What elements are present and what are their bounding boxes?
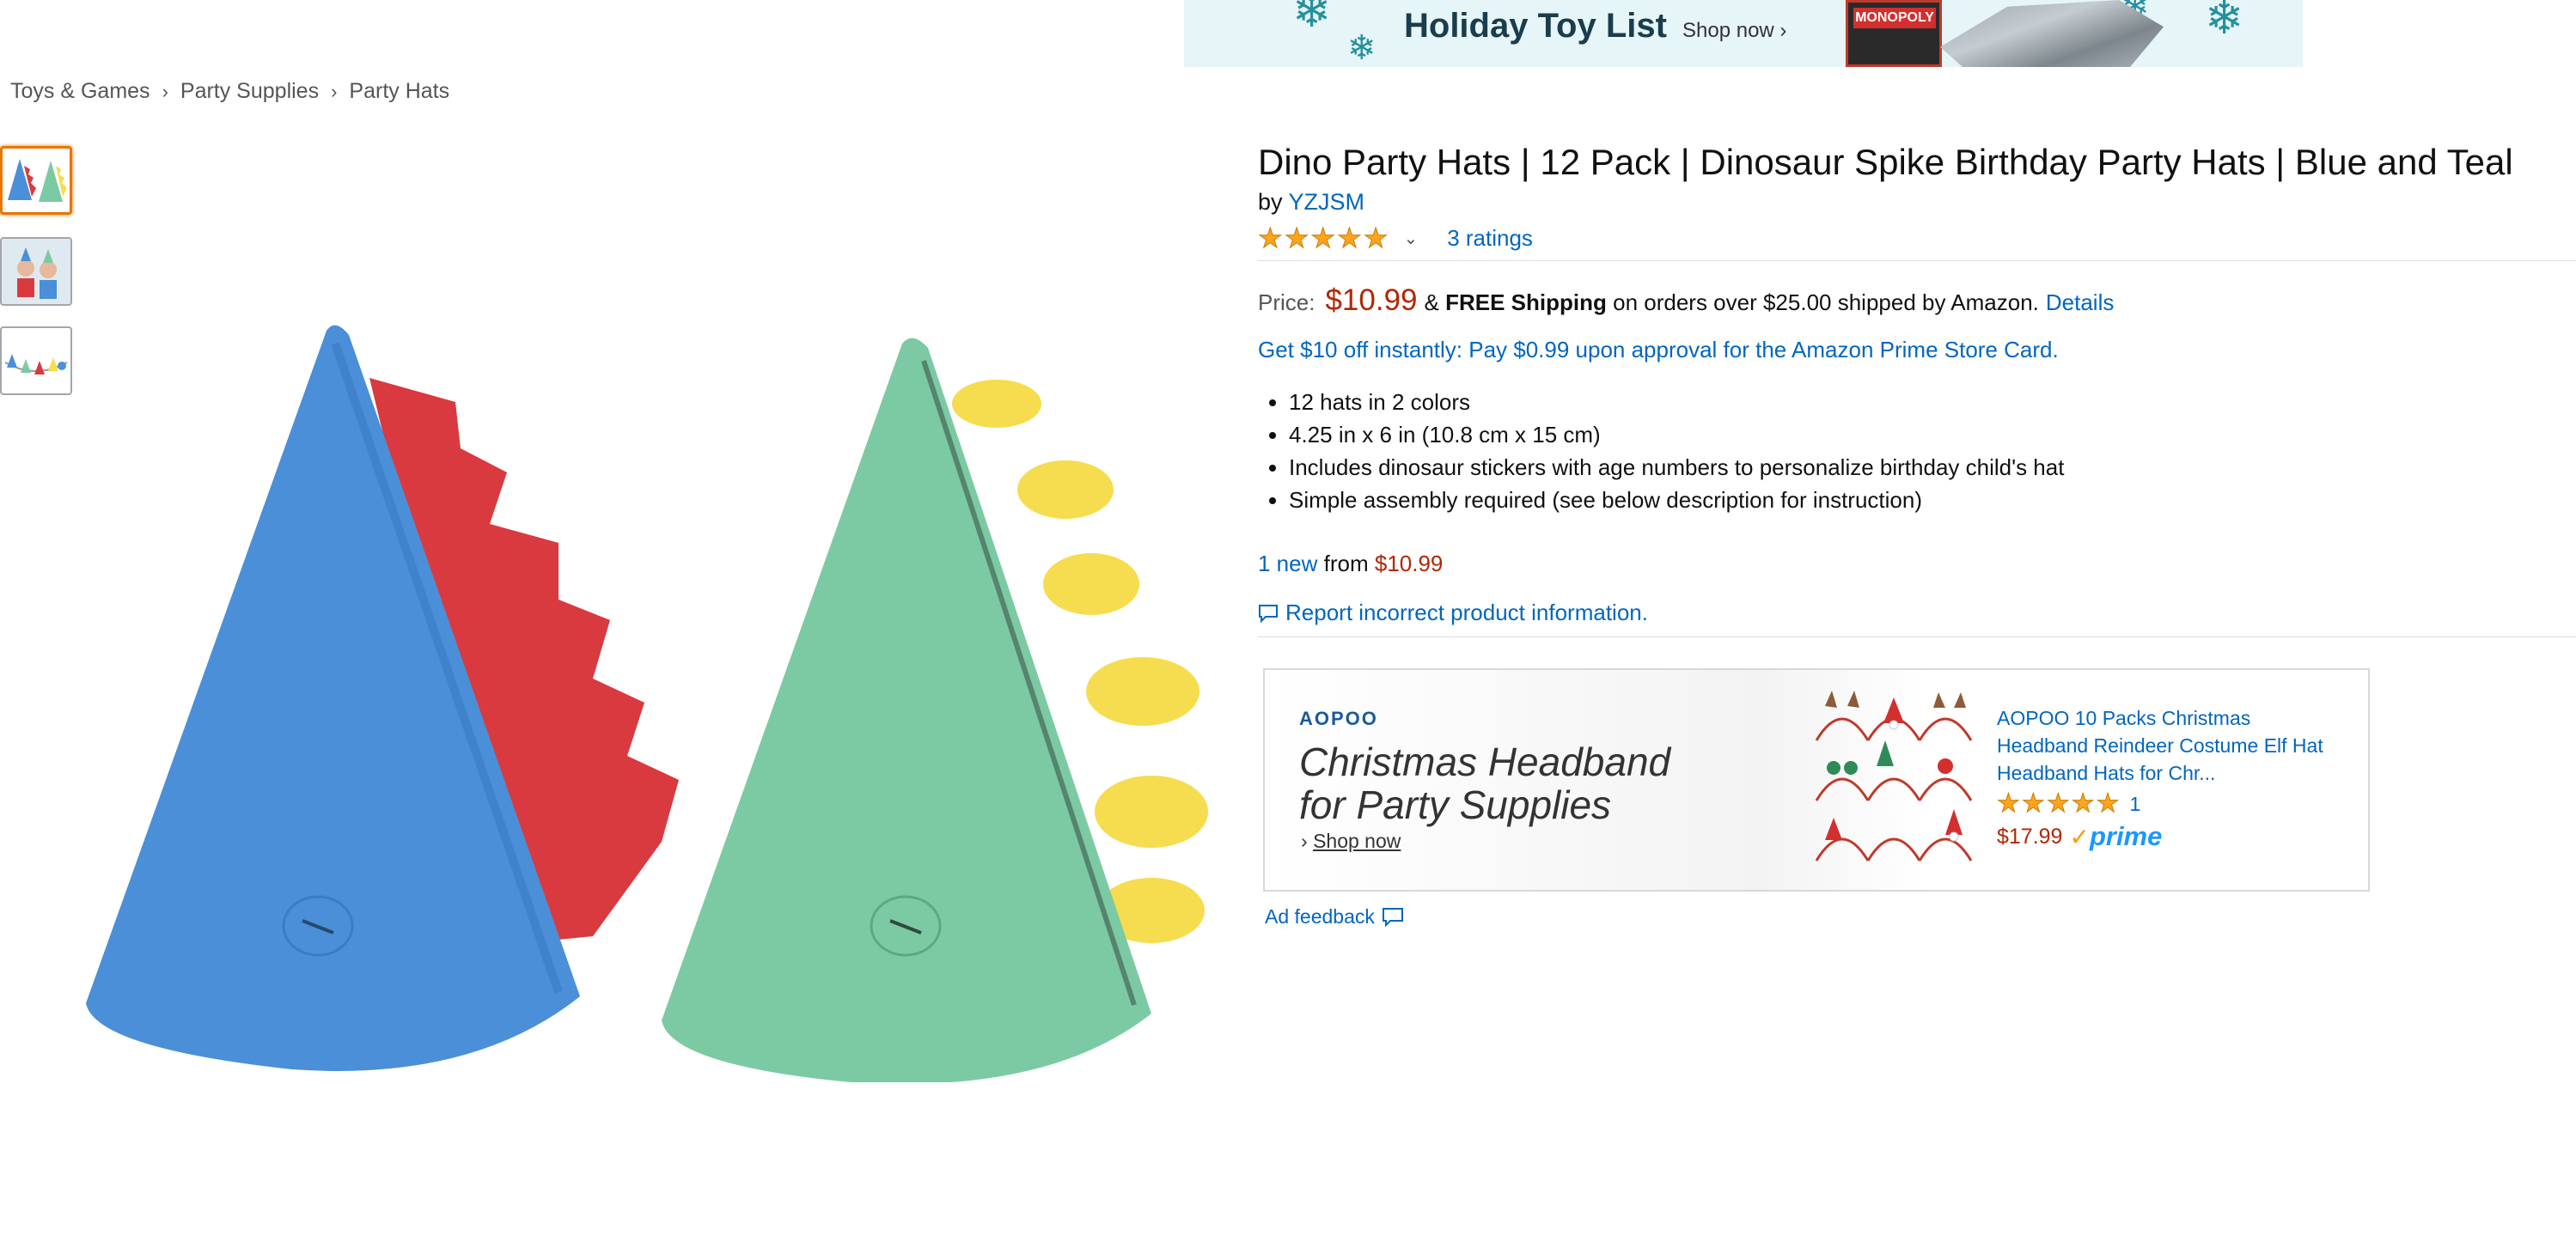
byline: by YZJSM xyxy=(1258,189,2576,216)
product-main-image[interactable] xyxy=(77,309,1212,1082)
comment-icon xyxy=(1259,604,1278,623)
prime-logo: prime xyxy=(2089,821,2163,851)
feature-bullet: Simple assembly required (see below desc… xyxy=(1289,484,2576,516)
promo-banner[interactable]: ❄ ❄ ❄ ❄ Holiday Toy List Shop now › MONO… xyxy=(1184,0,2303,67)
shipping-details-link[interactable]: Details xyxy=(2046,289,2114,316)
thumbnail-kids-image xyxy=(2,239,70,304)
thumbnail-hats-image xyxy=(8,159,67,202)
shipping-amp: & xyxy=(1424,289,1439,315)
star-icon: ★ xyxy=(2021,788,2045,819)
snowflake-icon: ❄ xyxy=(1347,28,1377,67)
game-logo: MONOPOLY xyxy=(1853,8,1936,28)
headband-product-image[interactable] xyxy=(1808,689,1980,871)
ad-feedback-label: Ad feedback xyxy=(1265,905,1375,928)
store-card-promo-link[interactable]: Get $10 off instantly: Pay $0.99 upon ap… xyxy=(1258,337,2576,363)
feature-bullets: 12 hats in 2 colors 4.25 in x 6 in (10.8… xyxy=(1258,386,2576,516)
ad-price: $17.99 xyxy=(1997,824,2063,849)
breadcrumb-toys-games[interactable]: Toys & Games xyxy=(10,79,150,104)
board-game-image: MONOPOLY xyxy=(1846,0,1942,67)
thumbnail-2[interactable] xyxy=(0,237,72,306)
starship-toy-image xyxy=(1940,0,2164,67)
divider xyxy=(1258,636,2576,637)
thumbnail-1[interactable] xyxy=(0,146,72,215)
breadcrumb-separator: › xyxy=(331,80,338,102)
price-value: $10.99 xyxy=(1325,283,1418,317)
teal-party-hat xyxy=(662,338,1151,1082)
ad-price-row: $17.99 ✓ prime xyxy=(1997,821,2162,852)
banner-title: Holiday Toy List xyxy=(1404,7,1667,45)
star-icon: ★ xyxy=(1310,222,1336,254)
product-details: Dino Party Hats | 12 Pack | Dinosaur Spi… xyxy=(1258,137,2576,637)
brand-link[interactable]: YZJSM xyxy=(1289,189,1365,215)
price-row: Price: $10.99 & FREE Shipping on orders … xyxy=(1258,283,2576,318)
ad-feedback-link[interactable]: Ad feedback xyxy=(1265,905,1404,928)
feature-bullet: 4.25 in x 6 in (10.8 cm x 15 cm) xyxy=(1289,418,2576,451)
report-label: Report incorrect product information. xyxy=(1285,600,1648,625)
chevron-down-icon[interactable]: ⌄ xyxy=(1403,228,1418,248)
thumbnail-garland-image xyxy=(4,354,68,374)
by-label: by xyxy=(1258,189,1283,215)
sponsored-ad[interactable]: AOPOO Christmas Headband for Party Suppl… xyxy=(1263,668,2370,892)
feature-bullet: 12 hats in 2 colors xyxy=(1289,386,2576,418)
new-offers-link[interactable]: 1 new xyxy=(1258,551,1317,576)
ad-shop-now-label: Shop now xyxy=(1313,830,1401,852)
star-rating[interactable]: ★ ★ ★ ★ ★ xyxy=(1258,222,1389,254)
star-icon: ★ xyxy=(1284,222,1309,254)
price-label: Price: xyxy=(1258,289,1315,315)
ad-rating-count[interactable]: 1 xyxy=(2130,793,2141,816)
ad-product-title-link[interactable]: AOPOO 10 Packs Christmas Headband Reinde… xyxy=(1997,704,2323,787)
shipping-terms: on orders over $25.00 shipped by Amazon. xyxy=(1613,289,2039,315)
snowflake-icon: ❄ xyxy=(2205,0,2244,45)
breadcrumb: Toys & Games › Party Supplies › Party Ha… xyxy=(10,79,449,104)
ratings-row: ★ ★ ★ ★ ★ ⌄ 3 ratings xyxy=(1258,222,2576,253)
ad-star-rating[interactable]: ★ ★ ★ ★ ★ 1 xyxy=(1997,788,2141,819)
report-incorrect-info-link[interactable]: Report incorrect product information. xyxy=(1258,600,2576,626)
breadcrumb-separator: › xyxy=(162,80,168,102)
snowflake-icon: ❄ xyxy=(1292,0,1332,38)
banner-shop-now-link[interactable]: Shop now › xyxy=(1682,19,1786,43)
divider xyxy=(1258,260,2576,261)
star-icon: ★ xyxy=(2046,788,2070,819)
thumbnail-3[interactable] xyxy=(0,326,72,395)
offers-price: $10.99 xyxy=(1374,551,1444,576)
star-icon: ★ xyxy=(2071,788,2095,819)
ratings-link[interactable]: 3 ratings xyxy=(1447,225,1533,252)
prime-check-icon: ✓ xyxy=(2069,822,2090,851)
offers: 1 new from $10.99 xyxy=(1258,551,2576,577)
star-icon: ★ xyxy=(1337,222,1363,254)
free-shipping: FREE Shipping xyxy=(1445,289,1607,315)
comment-icon xyxy=(1382,907,1403,927)
star-icon: ★ xyxy=(1258,222,1284,254)
chevron-right-icon: › xyxy=(1301,830,1308,852)
shipping-info: & FREE Shipping on orders over $25.00 sh… xyxy=(1425,289,2039,316)
ad-brand: AOPOO xyxy=(1299,708,1378,729)
star-icon: ★ xyxy=(2096,788,2120,819)
star-icon: ★ xyxy=(1997,788,2021,819)
prime-badge: ✓ prime xyxy=(2069,821,2162,852)
ad-shop-now-link[interactable]: › Shop now xyxy=(1301,830,1401,853)
star-icon: ★ xyxy=(1363,222,1389,254)
breadcrumb-party-supplies[interactable]: Party Supplies xyxy=(180,79,319,104)
offers-from: from xyxy=(1323,551,1369,576)
product-title: Dino Party Hats | 12 Pack | Dinosaur Spi… xyxy=(1258,142,2513,182)
feature-bullet: Includes dinosaur stickers with age numb… xyxy=(1289,451,2576,484)
ad-headline: Christmas Headband for Party Supplies xyxy=(1299,740,1671,827)
breadcrumb-party-hats[interactable]: Party Hats xyxy=(349,79,449,104)
